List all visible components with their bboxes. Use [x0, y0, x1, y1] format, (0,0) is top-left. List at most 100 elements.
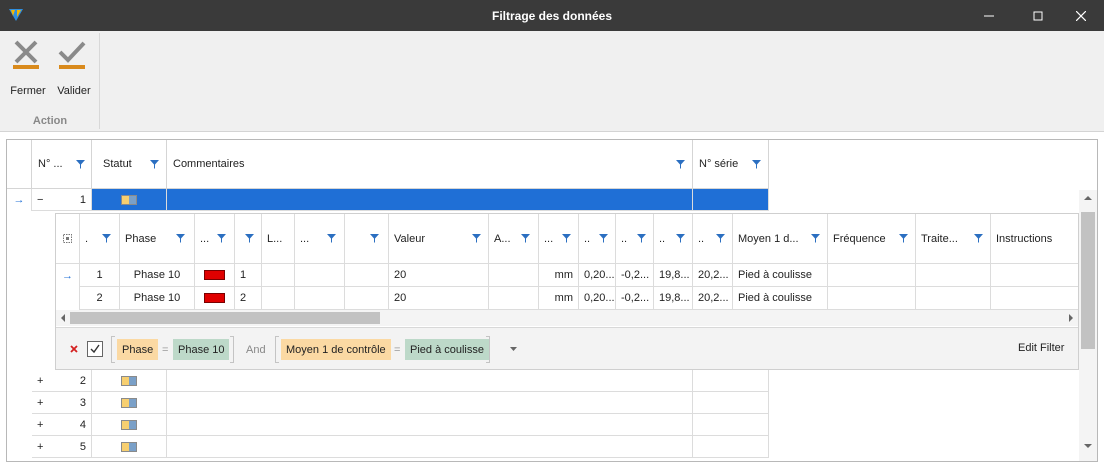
filter-icon[interactable] [217, 234, 226, 243]
detail-header-c5[interactable]: L... [262, 214, 295, 264]
filter-enabled-checkbox[interactable] [87, 341, 103, 357]
comments-cell[interactable] [167, 370, 693, 392]
cell-empty[interactable] [991, 287, 1078, 310]
detail-header-moyen[interactable]: Moyen 1 d... [733, 214, 828, 264]
detail-header-c6[interactable]: ... [295, 214, 345, 264]
cell-unit[interactable]: mm [539, 287, 579, 310]
cell-empty[interactable] [916, 264, 991, 287]
filter-operator[interactable]: = [389, 339, 405, 360]
cell-empty[interactable] [828, 264, 916, 287]
comments-cell[interactable] [167, 392, 693, 414]
detail-header-c4[interactable] [235, 214, 262, 264]
cell-valeur[interactable]: 20 [389, 287, 489, 310]
cell-v1[interactable]: 0,20... [579, 287, 616, 310]
filter-value-moyen[interactable]: Pied à coulisse [405, 339, 489, 360]
detail-header-a[interactable]: A... [489, 214, 539, 264]
scroll-left-icon[interactable] [60, 314, 66, 322]
cell-empty[interactable] [345, 287, 389, 310]
cell-v2[interactable]: -0,2... [616, 287, 654, 310]
column-header-commentaires[interactable]: Commentaires [167, 140, 693, 189]
filter-icon[interactable] [245, 234, 254, 243]
filter-icon[interactable] [327, 234, 336, 243]
detail-header-valeur[interactable]: Valeur [389, 214, 489, 264]
scrollbar-thumb[interactable] [1081, 212, 1095, 349]
detail-header-traite[interactable]: Traite... [916, 214, 991, 264]
cell-idx[interactable]: 2 [235, 287, 262, 310]
cell-valeur[interactable]: 20 [389, 264, 489, 287]
expand-toggle[interactable]: + [37, 441, 43, 453]
valider-button[interactable]: Valider [54, 35, 94, 97]
scroll-right-icon[interactable] [1068, 314, 1074, 322]
scroll-down-icon[interactable] [1084, 443, 1092, 449]
close-window-button[interactable] [1058, 0, 1104, 31]
filter-icon[interactable] [676, 160, 685, 169]
cell-color[interactable] [195, 264, 235, 287]
serial-cell[interactable] [693, 414, 769, 436]
filter-icon[interactable] [521, 234, 530, 243]
detail-header-dot[interactable]: . [80, 214, 120, 264]
vertical-scrollbar[interactable] [1079, 190, 1097, 461]
expand-toggle[interactable]: + [37, 397, 43, 409]
expand-toggle[interactable]: + [37, 375, 43, 387]
detail-header-instructions[interactable]: Instructions [991, 214, 1078, 264]
filter-icon[interactable] [899, 234, 908, 243]
column-chooser[interactable] [56, 214, 80, 264]
cell-idx[interactable]: 1 [235, 264, 262, 287]
cell-moyen[interactable]: Pied à coulisse [733, 264, 828, 287]
cell-v4[interactable]: 20,2... [693, 264, 733, 287]
detail-header-c9[interactable]: ... [539, 214, 579, 264]
filter-icon[interactable] [102, 234, 111, 243]
status-cell[interactable] [92, 370, 167, 392]
cell-empty[interactable] [489, 264, 539, 287]
filter-icon[interactable] [974, 234, 983, 243]
scroll-up-icon[interactable] [1084, 195, 1092, 201]
cell-v3[interactable]: 19,8... [654, 264, 693, 287]
scrollbar-thumb[interactable] [70, 312, 380, 324]
filter-icon[interactable] [716, 234, 725, 243]
filter-icon[interactable] [676, 234, 685, 243]
detail-header-phase[interactable]: Phase [120, 214, 195, 264]
minimize-button[interactable] [966, 0, 1012, 31]
cell-phase[interactable]: Phase 10 [120, 264, 195, 287]
filter-field-phase[interactable]: Phase [117, 339, 159, 360]
horizontal-scrollbar[interactable] [56, 310, 1078, 326]
cell-v3[interactable]: 19,8... [654, 287, 693, 310]
filter-conjunction[interactable]: And [241, 339, 271, 360]
cell-phase[interactable]: Phase 10 [120, 287, 195, 310]
filter-icon[interactable] [811, 234, 820, 243]
filter-operator[interactable]: = [157, 339, 173, 360]
filter-icon[interactable] [150, 160, 159, 169]
detail-header-c11[interactable]: .. [616, 214, 654, 264]
detail-header-c12[interactable]: .. [654, 214, 693, 264]
expand-toggle[interactable]: + [37, 419, 43, 431]
status-cell[interactable] [92, 189, 167, 211]
fermer-button[interactable]: Fermer [8, 35, 48, 97]
column-header-statut[interactable]: Statut [92, 140, 167, 189]
filter-icon[interactable] [472, 234, 481, 243]
cell-empty[interactable] [489, 287, 539, 310]
detail-header-c3[interactable]: ... [195, 214, 235, 264]
filter-dropdown-icon[interactable] [510, 347, 517, 352]
detail-header-frequence[interactable]: Fréquence [828, 214, 916, 264]
serial-cell[interactable] [693, 392, 769, 414]
status-cell[interactable] [92, 414, 167, 436]
comments-cell[interactable] [167, 189, 693, 211]
serial-cell[interactable] [693, 436, 769, 458]
clear-filter-icon[interactable] [70, 345, 78, 353]
column-header-num[interactable]: N° ... [32, 140, 92, 189]
cell-v1[interactable]: 0,20... [579, 264, 616, 287]
cell-empty[interactable] [295, 287, 345, 310]
cell-empty[interactable] [295, 264, 345, 287]
filter-icon[interactable] [76, 160, 85, 169]
column-header-serie[interactable]: N° série [693, 140, 769, 189]
serial-cell[interactable] [693, 189, 769, 211]
serial-cell[interactable] [693, 370, 769, 392]
edit-filter-link[interactable]: Edit Filter [1018, 342, 1064, 354]
cell-v4[interactable]: 20,2... [693, 287, 733, 310]
filter-icon[interactable] [637, 234, 646, 243]
comments-cell[interactable] [167, 436, 693, 458]
cell-v2[interactable]: -0,2... [616, 264, 654, 287]
collapse-toggle[interactable]: − [37, 194, 43, 206]
detail-header-c13[interactable]: .. [693, 214, 733, 264]
filter-icon[interactable] [176, 234, 185, 243]
